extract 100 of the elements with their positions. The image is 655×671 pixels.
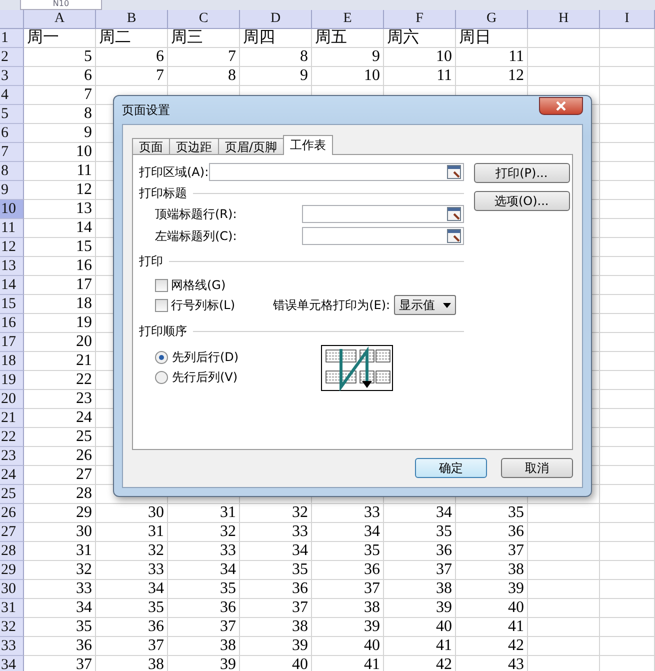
close-icon [555,101,567,111]
row-header[interactable]: 25 [0,485,24,504]
table-cell: 37 [168,618,240,637]
table-cell: 34 [24,599,96,618]
row-header[interactable]: 14 [0,276,24,295]
row-header[interactable]: 2 [0,48,24,67]
table-cell: 14 [24,219,96,238]
row-header[interactable]: 26 [0,504,24,523]
table-cell: 35 [24,618,96,637]
row-header[interactable]: 33 [0,637,24,656]
row-header[interactable]: 19 [0,371,24,390]
row-header[interactable]: 29 [0,561,24,580]
table-cell: 32 [240,504,312,523]
column-header[interactable]: F [384,10,456,29]
dialog-button[interactable]: 取消 [501,458,573,478]
table-cell: 34 [168,561,240,580]
row-header[interactable]: 24 [0,466,24,485]
row-header[interactable]: 20 [0,390,24,409]
table-cell: 40 [384,618,456,637]
row-header[interactable]: 15 [0,295,24,314]
table-cell: 43 [456,656,528,671]
table-cell: 33 [240,523,312,542]
table-cell: 42 [384,656,456,671]
dialog-button[interactable]: 选项(O)... [474,191,570,211]
table-cell: 34 [312,523,384,542]
row-header[interactable]: 32 [0,618,24,637]
dialog-button[interactable]: 确定 [415,458,487,478]
tab[interactable]: 工作表 [283,135,334,155]
row-header[interactable]: 18 [0,352,24,371]
collapse-dialog-icon[interactable] [446,165,461,179]
column-header[interactable]: I [600,10,655,29]
caret-icon [443,302,452,308]
table-cell: 28 [24,485,96,504]
table-cell: 33 [96,561,168,580]
tab[interactable]: 页边距 [169,138,219,155]
column-header[interactable]: A [24,10,96,29]
dropdown[interactable]: 显示值 [394,295,456,315]
row-header[interactable]: 3 [0,67,24,86]
row-header[interactable]: 16 [0,314,24,333]
row-header[interactable]: 4 [0,86,24,105]
column-header[interactable]: E [312,10,384,29]
column-header[interactable]: H [528,10,600,29]
table-cell: 38 [96,656,168,671]
table-cell: 34 [240,542,312,561]
row-header[interactable]: 21 [0,409,24,428]
input-field[interactable] [302,205,464,223]
table-cell: 6 [96,48,168,67]
row-header[interactable]: 6 [0,124,24,143]
table-cell: 20 [24,333,96,352]
row-header[interactable]: 34 [0,656,24,671]
row-header[interactable]: 17 [0,333,24,352]
table-cell: 16 [24,257,96,276]
row-header[interactable]: 22 [0,428,24,447]
column-header[interactable]: C [168,10,240,29]
table-cell: 36 [384,542,456,561]
row-header[interactable]: 13 [0,257,24,276]
row-header[interactable]: 12 [0,238,24,257]
table-cell: 33 [312,504,384,523]
row-header[interactable]: 28 [0,542,24,561]
checkbox[interactable] [155,298,168,312]
column-header[interactable]: D [240,10,312,29]
table-cell: 40 [456,599,528,618]
dialog-button[interactable]: 打印(P)... [474,163,570,183]
table-cell: 8 [24,105,96,124]
collapse-dialog-icon[interactable] [446,229,461,243]
row-header[interactable]: 9 [0,181,24,200]
row-header[interactable]: 31 [0,599,24,618]
row-header[interactable]: 1 [0,29,24,48]
row-header[interactable]: 8 [0,162,24,181]
row-header[interactable]: 23 [0,447,24,466]
close-button[interactable] [539,97,583,115]
row-header[interactable]: 30 [0,580,24,599]
tab[interactable]: 页面 [132,138,170,155]
table-cell: 36 [96,618,168,637]
row-header[interactable]: 10 [0,200,24,219]
radio-button[interactable] [155,370,168,384]
name-box[interactable]: N10 [20,0,102,10]
tab[interactable]: 页眉/页脚 [218,138,284,155]
field-label: 左端标题列(C): [155,228,237,244]
row-header[interactable]: 11 [0,219,24,238]
field-label: 错误单元格打印为(E): [273,296,390,314]
column-header[interactable]: B [96,10,168,29]
checkbox[interactable] [155,278,168,292]
row-header[interactable]: 7 [0,143,24,162]
column-header[interactable]: G [456,10,528,29]
table-cell: 27 [24,466,96,485]
table-cell: 36 [24,637,96,656]
input-field[interactable] [208,163,464,181]
input-field[interactable] [302,227,464,245]
table-cell: 10 [312,67,384,86]
collapse-dialog-icon[interactable] [446,207,461,221]
table-cell: 周三 [168,29,240,48]
radio-button[interactable] [155,350,168,364]
row-header[interactable]: 5 [0,105,24,124]
table-cell: 31 [24,542,96,561]
table-cell: 32 [96,542,168,561]
table-cell: 12 [456,67,528,86]
table-cell: 9 [312,48,384,67]
table-cell: 周六 [384,29,456,48]
row-header[interactable]: 27 [0,523,24,542]
